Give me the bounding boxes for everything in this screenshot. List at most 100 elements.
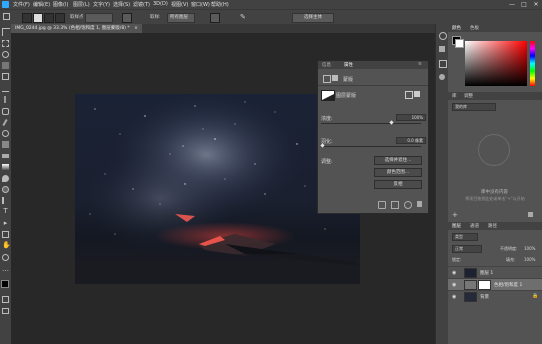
gradient-tool-icon[interactable] [2,164,9,171]
clone-stamp-tool-icon[interactable] [2,130,9,137]
tab-layers[interactable]: 图层 [452,223,461,229]
menu-view[interactable]: 视图(V) [171,1,188,8]
layer-row[interactable]: ◉ 图层 1 [448,266,542,278]
eye-icon[interactable]: ◉ [452,294,456,300]
close-tab-icon[interactable]: × [134,26,138,31]
eraser-tool-icon[interactable] [2,154,9,158]
tab-color[interactable]: 颜色 [452,25,461,31]
maximize-button[interactable]: □ [518,0,530,9]
crop-tool-icon[interactable] [2,73,9,80]
delete-library-icon[interactable] [528,212,533,217]
load-selection-icon[interactable] [378,201,386,209]
sample-size-select[interactable] [85,13,113,23]
properties-panel-icon[interactable] [439,60,447,68]
tab-properties[interactable]: 属性 [344,62,353,68]
close-button[interactable]: ✕ [530,0,542,9]
tab-swatches[interactable]: 色板 [470,25,479,31]
color-range-button[interactable]: 颜色范围... [374,168,422,177]
menu-help[interactable]: 帮助(H) [211,1,229,8]
menu-type[interactable]: 文字(Y) [93,1,110,8]
layer-kind-filter[interactable]: 类型 [452,233,478,241]
blur-tool-icon[interactable] [2,175,9,182]
hue-slider[interactable] [530,41,535,86]
menu-file[interactable]: 文件(F) [13,1,30,8]
add-selection-icon[interactable] [33,13,43,23]
menu-window[interactable]: 窗口(W) [191,1,210,8]
menu-image[interactable]: 图像(I) [53,1,68,8]
layer-row-selected[interactable]: ◉ 色相/饱和度 1 [448,278,542,290]
feather-input[interactable]: 0.0 像素 [396,137,426,144]
panel-menu-icon[interactable]: ≡ [418,62,422,67]
tab-adjustments[interactable]: 调整 [464,93,473,99]
intersect-selection-icon[interactable] [55,13,65,23]
pen-tool-icon[interactable] [2,197,11,204]
type-tool-icon[interactable]: T [2,208,9,215]
ps-logo-icon[interactable] [2,1,9,8]
brush-icon[interactable]: ✎ [240,13,246,21]
density-slider-track[interactable] [321,123,421,124]
frame-tool-icon[interactable] [2,84,9,92]
apply-icon[interactable] [391,201,399,209]
apply-mask-icon[interactable] [414,91,420,97]
brush-tool-icon[interactable] [2,118,8,127]
select-subject-button[interactable]: 选择主体 [292,13,334,23]
blend-mode-select[interactable]: 正常 [452,245,482,253]
mask-thumbnail[interactable] [321,90,335,101]
vector-mask-icon[interactable] [332,75,338,81]
select-mask-icon[interactable] [405,91,413,99]
fill-value[interactable]: 100% [524,257,535,262]
menu-select[interactable]: 选择(S) [113,1,130,8]
opacity-value[interactable]: 100% [524,246,535,251]
move-tool-icon[interactable] [2,28,10,36]
color-picker-field[interactable] [465,41,527,86]
home-icon[interactable] [3,13,10,20]
pixel-mask-icon[interactable] [323,75,331,83]
more-tools-icon[interactable]: … [2,266,9,273]
layer-row[interactable]: ◉ 背景 🔒 [448,290,542,302]
tab-libraries[interactable]: 库 [452,93,457,99]
tab-info[interactable]: 信息 [322,62,331,68]
eye-icon[interactable]: ◉ [452,282,456,288]
path-select-tool-icon[interactable]: ▸ [2,220,9,227]
invert-button[interactable]: 反相 [374,180,422,189]
minimize-button[interactable]: — [506,0,518,9]
sample-select[interactable]: 所有图层 [167,13,195,23]
auto-enhance-checkbox[interactable] [210,13,220,23]
eyedropper-tool-icon[interactable] [4,96,6,103]
tab-channels[interactable]: 通道 [470,223,479,229]
tab-paths[interactable]: 路径 [488,223,497,229]
feather-slider-track[interactable] [321,146,421,147]
delete-icon[interactable] [417,201,422,207]
menu-layer[interactable]: 图层(L) [73,1,90,8]
brush-panel-icon[interactable] [439,74,445,80]
lasso-tool-icon[interactable] [2,51,9,58]
density-input[interactable]: 100% [396,114,426,121]
history-panel-icon[interactable] [439,32,447,40]
quick-mask-icon[interactable] [2,296,9,303]
quick-select-tool-icon[interactable] [2,62,9,69]
foreground-color-swatch[interactable] [1,280,9,288]
document-tab[interactable]: IMG_0244.jpg @ 33.3% (色相/饱和度 1, 图层蒙版/8) … [11,24,142,33]
adjustments-panel-icon[interactable] [439,46,445,52]
history-brush-tool-icon[interactable] [2,141,9,148]
layer-mask-thumbnail[interactable] [478,280,491,290]
menu-edit[interactable]: 编辑(E) [33,1,50,8]
menu-3d[interactable]: 3D(D) [153,1,168,7]
screen-mode-icon[interactable] [2,308,9,314]
healing-brush-tool-icon[interactable] [2,108,9,115]
new-selection-icon[interactable] [22,13,32,23]
dodge-tool-icon[interactable] [2,186,9,193]
add-library-icon[interactable]: + [452,211,458,219]
library-select[interactable]: 我的库 [452,103,496,111]
background-color-chip[interactable] [455,39,464,48]
menu-filter[interactable]: 滤镜(T) [133,1,150,8]
zoom-tool-icon[interactable] [2,254,9,261]
select-and-mask-button[interactable]: 选择并遮住... [374,156,422,165]
subtract-selection-icon[interactable] [44,13,54,23]
marquee-tool-icon[interactable] [2,40,9,47]
visibility-icon[interactable] [404,201,412,209]
eye-icon[interactable]: ◉ [452,270,456,276]
hand-tool-icon[interactable]: ✋ [2,242,11,249]
rectangle-tool-icon[interactable] [2,231,9,238]
tolerance-field[interactable] [122,13,132,23]
